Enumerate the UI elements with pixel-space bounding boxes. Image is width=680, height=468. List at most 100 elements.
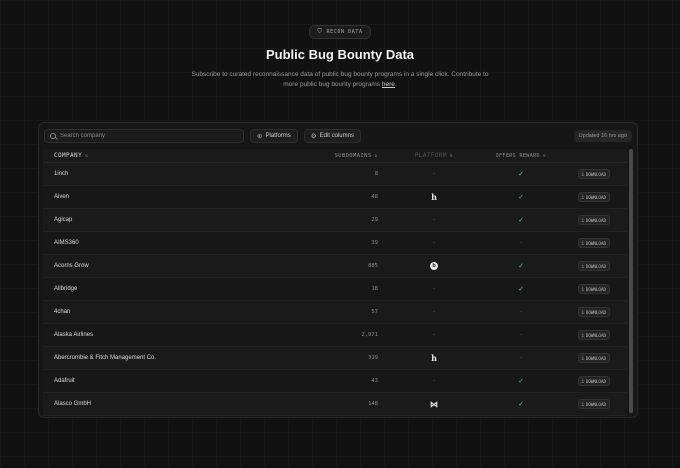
sort-icon: ⇅ (449, 152, 454, 159)
download-button[interactable]: ⤓ DOWNLOAD (577, 353, 610, 363)
download-icon: ⤓ (581, 194, 584, 200)
download-cell: ⤓ DOWNLOAD (553, 353, 627, 363)
download-button[interactable]: ⤓ DOWNLOAD (577, 399, 610, 409)
recon-data-badge: ⛉ RECON DATA (309, 25, 371, 39)
search-input[interactable] (60, 132, 240, 139)
scrollbar-thumb[interactable] (629, 149, 633, 413)
intigriti-icon: ⋈ (430, 399, 438, 409)
column-reward[interactable]: OFFERS REWARD ⇅ (489, 153, 553, 159)
table-row: Alasco GmbH 148 ⋈ ✓ ⤓ DOWNLOAD (43, 393, 627, 416)
table-header: COMPANY ⇅ SUBDOMAINS ⇅ PLATFORM ⇅ OFFERS… (43, 149, 627, 163)
download-label: DOWNLOAD (585, 286, 606, 292)
table-row: Agicap 29 - ✓ ⤓ DOWNLOAD (43, 209, 627, 232)
hero: ⛉ RECON DATA Public Bug Bounty Data Subs… (0, 20, 680, 89)
subdomains-count: 2,971 (361, 332, 378, 338)
contribute-link[interactable]: here (382, 81, 395, 88)
download-icon: ⤓ (581, 217, 584, 223)
company-name: Acorns Grow (54, 263, 89, 269)
table-row: Aiven 48 h ✓ ⤓ DOWNLOAD (43, 186, 627, 209)
subdomains-count: 29 (371, 217, 378, 223)
platform-cell: ⋈ (379, 400, 489, 409)
platform-cell: b (379, 262, 489, 270)
table-row: 4chan 57 - - ⤓ DOWNLOAD (43, 301, 627, 324)
company-name: Adafruit (54, 378, 75, 384)
company-name: Aiven (54, 194, 70, 200)
page-title: Public Bug Bounty Data (265, 47, 415, 62)
reward-indicator: ✓ (518, 263, 524, 270)
platform-empty: - (433, 240, 435, 246)
reward-indicator: ✓ (518, 217, 524, 224)
companies-table: COMPANY ⇅ SUBDOMAINS ⇅ PLATFORM ⇅ OFFERS… (43, 149, 627, 416)
platform-cell: h (379, 353, 489, 363)
reward-indicator: ✓ (518, 378, 524, 385)
download-label: DOWNLOAD (585, 378, 606, 384)
download-cell: ⤓ DOWNLOAD (553, 238, 627, 248)
company-name: Alaska Airlines (54, 332, 94, 338)
column-company[interactable]: COMPANY ⇅ (43, 152, 323, 159)
subdomains-count: 8 (374, 171, 378, 177)
download-button[interactable]: ⤓ DOWNLOAD (577, 307, 610, 317)
column-platform[interactable]: PLATFORM ⇅ (379, 152, 489, 159)
platforms-button[interactable]: ⊕ Platforms (250, 128, 298, 143)
subdomains-count: 319 (368, 355, 378, 361)
download-icon: ⤓ (581, 263, 584, 269)
column-subdomains-label: SUBDOMAINS (334, 152, 372, 159)
platform-cell: - (379, 286, 489, 292)
table-row: AIMS360 39 - - ⤓ DOWNLOAD (43, 232, 627, 255)
download-button[interactable]: ⤓ DOWNLOAD (577, 192, 610, 202)
plus-circle-icon: ⊕ (257, 132, 263, 140)
search-box[interactable] (44, 128, 244, 143)
download-button[interactable]: ⤓ DOWNLOAD (577, 215, 610, 225)
download-icon: ⤓ (581, 171, 584, 177)
download-label: DOWNLOAD (585, 263, 606, 269)
reward-indicator: ✓ (518, 194, 524, 201)
sort-icon: ⇅ (85, 152, 89, 159)
table-row: Allbridge 18 - ✓ ⤓ DOWNLOAD (43, 278, 627, 301)
download-button[interactable]: ⤓ DOWNLOAD (577, 169, 610, 179)
platform-empty: - (433, 217, 435, 223)
sliders-icon: ⚙ (310, 132, 317, 140)
platform-cell: - (379, 171, 489, 177)
column-subdomains[interactable]: SUBDOMAINS ⇅ (323, 153, 379, 159)
platform-cell: - (379, 309, 489, 315)
table-row: Adafruit 43 - ✓ ⤓ DOWNLOAD (43, 370, 627, 393)
reward-indicator: ✓ (518, 401, 524, 408)
download-button[interactable]: ⤓ DOWNLOAD (577, 330, 610, 340)
company-name: Allbridge (54, 286, 78, 292)
sort-icon: ⇅ (374, 152, 378, 159)
company-name: Abercrombie & Fitch Management Co. (54, 355, 157, 361)
badge-label: RECON DATA (326, 29, 363, 35)
download-label: DOWNLOAD (585, 240, 606, 246)
download-label: DOWNLOAD (585, 217, 606, 223)
toolbar: ⊕ Platforms ⚙ Edit columns Updated 16 hr… (44, 128, 632, 143)
download-cell: ⤓ DOWNLOAD (553, 192, 627, 202)
download-icon: ⤓ (581, 286, 584, 292)
company-name: AIMS360 (54, 240, 79, 246)
download-button[interactable]: ⤓ DOWNLOAD (577, 238, 610, 248)
reward-indicator: - (520, 355, 522, 361)
reward-indicator: - (520, 309, 522, 315)
table-row: Abercrombie & Fitch Management Co. 319 h - ⤓… (43, 347, 627, 370)
company-name: Agicap (54, 217, 73, 223)
download-button[interactable]: ⤓ DOWNLOAD (577, 376, 610, 386)
hackerone-icon: h (431, 353, 437, 363)
download-cell: ⤓ DOWNLOAD (553, 169, 627, 179)
download-icon: ⤓ (581, 355, 584, 361)
edit-columns-button[interactable]: ⚙ Edit columns (303, 128, 361, 143)
download-label: DOWNLOAD (585, 355, 606, 361)
platforms-label: Platforms (265, 132, 291, 139)
download-icon: ⤓ (581, 401, 584, 407)
subdomains-count: 148 (368, 401, 378, 407)
table-scrollbar[interactable] (629, 149, 633, 415)
download-button[interactable]: ⤓ DOWNLOAD (577, 261, 610, 271)
platform-cell: - (379, 240, 489, 246)
download-icon: ⤓ (581, 378, 584, 384)
download-cell: ⤓ DOWNLOAD (553, 261, 627, 271)
download-button[interactable]: ⤓ DOWNLOAD (577, 284, 610, 294)
subdomains-count: 18 (371, 286, 378, 292)
download-cell: ⤓ DOWNLOAD (553, 376, 627, 386)
download-cell: ⤓ DOWNLOAD (553, 307, 627, 317)
download-icon: ⤓ (581, 332, 584, 338)
subdomains-count: 39 (371, 240, 378, 246)
download-cell: ⤓ DOWNLOAD (553, 284, 627, 294)
